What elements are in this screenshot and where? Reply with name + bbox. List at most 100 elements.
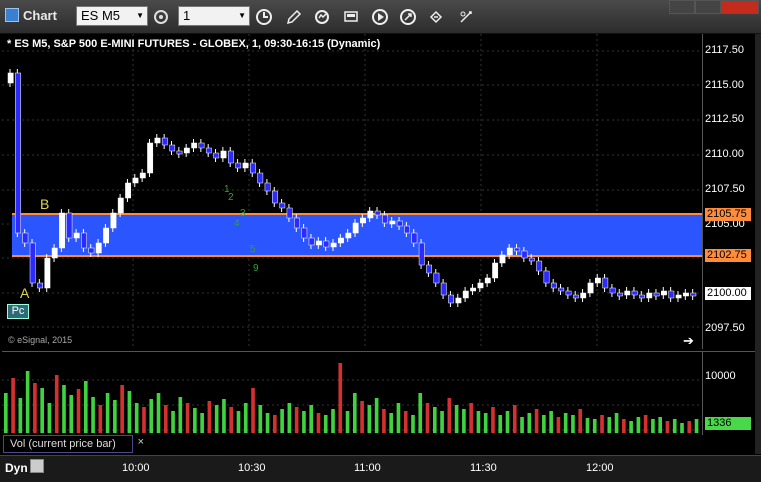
- volume-bar: [229, 407, 234, 433]
- candle-body: [301, 227, 308, 239]
- close-button[interactable]: [721, 0, 759, 14]
- time-axis[interactable]: Dyn 10:00 10:30 11:00 11:30 12:00: [0, 455, 761, 482]
- clock-icon[interactable]: [253, 6, 275, 28]
- candle-body: [550, 282, 557, 289]
- volume-bar: [403, 411, 408, 433]
- interval-input[interactable]: 1 ▼: [178, 6, 250, 26]
- volume-bar: [578, 409, 583, 433]
- volume-bar: [491, 407, 495, 433]
- time-label: 10:00: [122, 462, 150, 474]
- candle-body: [536, 260, 543, 272]
- candle-body: [617, 292, 623, 297]
- candle-body: [15, 72, 21, 234]
- volume-bar: [512, 405, 517, 433]
- volume-bar: [171, 411, 175, 433]
- candle-body: [440, 282, 447, 296]
- candle-body: [426, 264, 432, 274]
- candle-body: [330, 242, 337, 248]
- volume-pane[interactable]: [2, 351, 702, 435]
- price-tick: 2097.50: [705, 322, 745, 334]
- close-icon[interactable]: ×: [138, 434, 144, 450]
- time-label: 12:00: [586, 462, 614, 474]
- candle-body: [367, 210, 374, 219]
- settings-icon[interactable]: [150, 6, 172, 28]
- maximize-button[interactable]: [695, 0, 721, 14]
- volume-bar: [432, 407, 437, 433]
- volume-study-label[interactable]: Vol (current price bar) ×: [3, 435, 144, 453]
- candle-body: [580, 292, 587, 299]
- candle-body: [205, 147, 212, 154]
- candle-body: [396, 220, 403, 227]
- volume-bar: [520, 417, 524, 433]
- refresh-icon[interactable]: [311, 6, 333, 28]
- candle-body: [279, 202, 286, 209]
- time-label: 11:00: [354, 462, 381, 474]
- play-icon[interactable]: [369, 6, 391, 28]
- candle-body: [668, 290, 675, 299]
- volume-bar: [483, 413, 488, 433]
- candle-body: [95, 242, 102, 254]
- volume-bar: [338, 363, 343, 433]
- candle-body: [389, 220, 396, 225]
- watermark: © eSignal, 2015: [8, 335, 73, 345]
- price-pane[interactable]: 123459: [2, 34, 702, 349]
- pencil-icon[interactable]: [283, 6, 305, 28]
- candle-body: [521, 250, 528, 259]
- volume-bar: [62, 385, 66, 433]
- pc-button[interactable]: Pc: [7, 304, 29, 319]
- volume-bar: [33, 383, 37, 433]
- volume-bar: [163, 405, 168, 433]
- candle-body: [418, 242, 425, 266]
- candle-body: [411, 232, 418, 244]
- candle-body: [477, 282, 484, 289]
- candle-body: [462, 290, 469, 299]
- chevron-down-icon: ▼: [238, 11, 246, 20]
- candle-body: [609, 287, 616, 294]
- volume-bar: [672, 419, 677, 433]
- volume-bar: [345, 411, 350, 433]
- sequence-count-label: 9: [253, 263, 259, 274]
- volume-bar: [447, 398, 452, 433]
- dyn-label: Dyn: [5, 461, 28, 475]
- candle-body: [308, 237, 315, 246]
- pin-icon[interactable]: [397, 6, 419, 28]
- lightbulb-icon[interactable]: [455, 6, 477, 28]
- candle-body: [433, 272, 440, 284]
- volume-bar: [98, 405, 103, 433]
- volume-bar: [91, 397, 95, 433]
- volume-bar: [418, 393, 423, 433]
- volume-badge: 1336: [705, 417, 751, 430]
- candle-body: [543, 270, 550, 284]
- volume-bar: [454, 405, 459, 433]
- candle-body: [602, 277, 609, 289]
- volume-bar: [505, 411, 510, 433]
- volume-bar: [367, 405, 372, 433]
- symbol-input[interactable]: ES M5 ▼: [76, 6, 148, 26]
- candle-body: [183, 147, 190, 154]
- link-icon[interactable]: [425, 6, 447, 28]
- volume-bar: [629, 421, 633, 433]
- candle-body: [125, 182, 132, 199]
- minimize-button[interactable]: [669, 0, 695, 14]
- volume-bar: [622, 419, 626, 433]
- candle-body: [257, 172, 264, 184]
- volume-bar: [200, 413, 204, 433]
- volume-bar: [396, 403, 401, 433]
- volume-bar: [207, 401, 212, 433]
- volume-bar: [592, 419, 597, 433]
- chart-header: * ES M5, S&P 500 E-MINI FUTURES - GLOBEX…: [7, 38, 381, 50]
- candle-body: [484, 277, 491, 284]
- price-tick: 2115.00: [705, 79, 744, 91]
- lock-icon[interactable]: [30, 459, 44, 473]
- scroll-to-end-icon[interactable]: ➔: [683, 333, 694, 349]
- volume-bar: [374, 398, 379, 433]
- volume-bar: [294, 407, 299, 433]
- volume-bar: [651, 419, 655, 433]
- scrollbar[interactable]: [755, 34, 761, 454]
- sequence-count-label: 2: [228, 192, 234, 203]
- candle-body: [66, 212, 73, 239]
- volume-bar: [425, 403, 430, 433]
- candle-body: [338, 237, 344, 244]
- candle-body: [7, 72, 14, 84]
- save-icon[interactable]: [340, 6, 362, 28]
